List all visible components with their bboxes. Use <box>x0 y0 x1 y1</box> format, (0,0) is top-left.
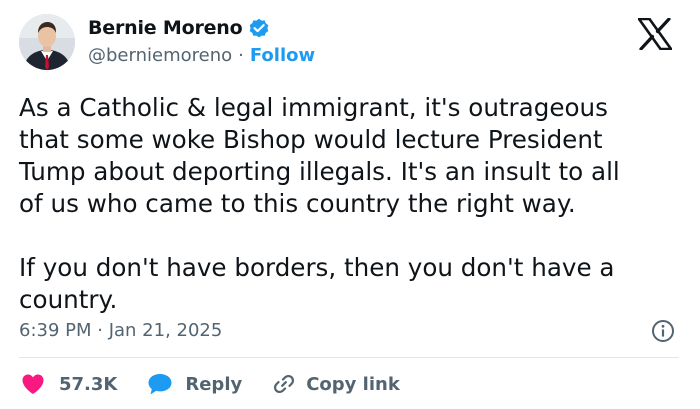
info-icon[interactable] <box>651 319 675 343</box>
divider <box>19 357 679 358</box>
author-handle[interactable]: @berniemoreno <box>88 44 232 68</box>
copy-link-button[interactable]: Copy link <box>272 372 400 396</box>
like-button[interactable]: 57.3K <box>21 373 117 395</box>
separator-dot: · <box>238 45 244 66</box>
tweet-text: As a Catholic & legal immigrant, it's ou… <box>19 93 620 314</box>
link-icon <box>272 372 296 396</box>
copy-link-label: Copy link <box>306 373 400 395</box>
avatar[interactable] <box>19 14 75 70</box>
follow-button[interactable]: Follow <box>250 44 315 68</box>
tweet-timestamp[interactable]: 6:39 PM · Jan 21, 2025 <box>19 319 222 343</box>
reply-button[interactable]: Reply <box>147 372 242 396</box>
action-bar: 57.3K Reply Copy link <box>19 368 400 400</box>
x-logo-icon[interactable] <box>637 17 673 51</box>
like-count: 57.3K <box>59 373 118 395</box>
author-name-row: Bernie Moreno <box>88 15 270 41</box>
reply-label: Reply <box>185 373 243 395</box>
verified-badge-icon <box>248 17 270 39</box>
speech-bubble-icon <box>147 372 173 396</box>
author-name[interactable]: Bernie Moreno <box>88 15 243 41</box>
tweet-card: Bernie Moreno @berniemoreno · Follow As … <box>0 0 700 409</box>
author-handle-row: @berniemoreno · Follow <box>88 44 315 68</box>
heart-icon <box>21 373 45 395</box>
